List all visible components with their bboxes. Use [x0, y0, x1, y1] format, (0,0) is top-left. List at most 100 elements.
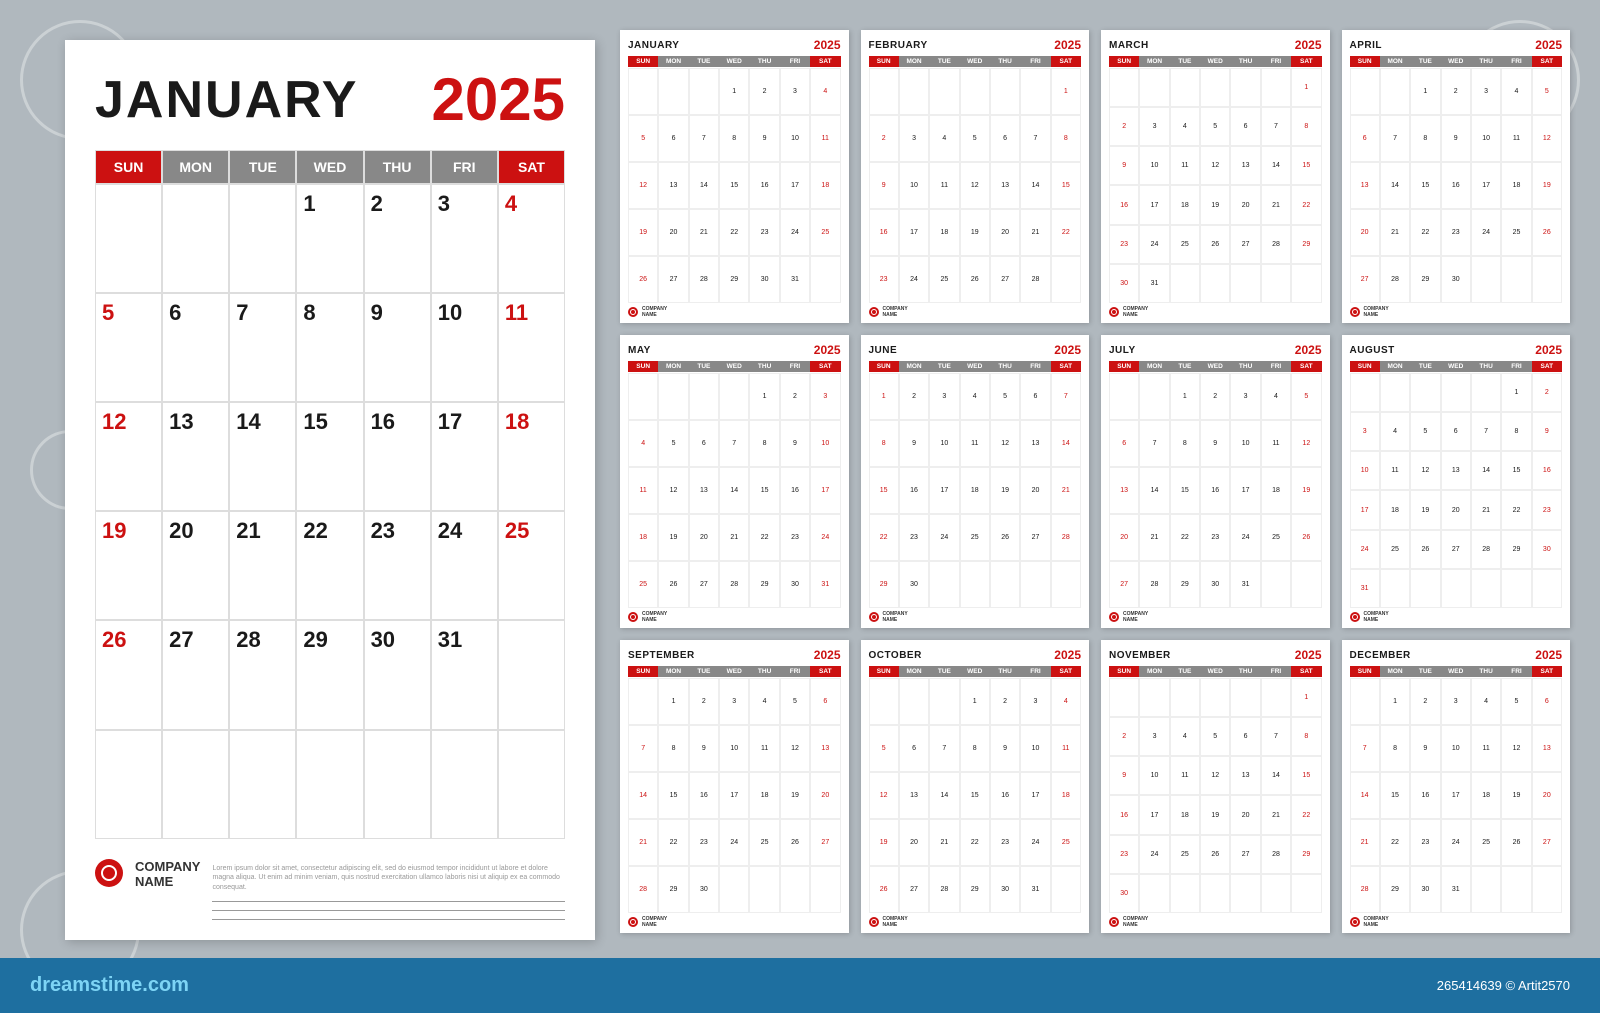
small-company-logo — [1109, 612, 1119, 622]
list-item: 5 — [1200, 717, 1230, 756]
list-item: 12 — [1501, 725, 1531, 772]
table-row: 28 — [229, 620, 296, 729]
small-header-wed: WED — [1200, 56, 1230, 67]
list-item: 1 — [1291, 68, 1321, 107]
small-day-headers: SUNMONTUEWEDTHUFRISAT — [628, 361, 841, 372]
list-item — [1291, 561, 1321, 608]
list-item: 22 — [719, 209, 749, 256]
small-month-label: MAY — [628, 345, 651, 356]
list-item: 25 — [1051, 819, 1081, 866]
list-item: 26 — [869, 866, 899, 913]
list-item: 24 — [1230, 514, 1260, 561]
list-item — [1410, 373, 1440, 412]
table-row: 7 — [229, 293, 296, 402]
list-item: 2 — [1109, 717, 1139, 756]
list-item: 2 — [1410, 678, 1440, 725]
small-calendars-grid: JANUARY2025SUNMONTUEWEDTHUFRISAT12345678… — [620, 30, 1570, 933]
table-row: 8 — [296, 293, 363, 402]
list-item — [658, 68, 688, 115]
list-item: 5 — [1501, 678, 1531, 725]
list-item: 28 — [1261, 225, 1291, 264]
list-item: 18 — [1170, 185, 1200, 224]
list-item: 15 — [1501, 451, 1531, 490]
list-item: 24 — [1471, 209, 1501, 256]
main-calendar: JANUARY 2025 SUN MON TUE WED THU FRI SAT… — [65, 40, 595, 940]
small-header-sat: SAT — [810, 361, 840, 372]
list-item: 6 — [1350, 115, 1380, 162]
small-company-logo-inner — [1111, 919, 1117, 925]
footer-line-3 — [212, 919, 565, 920]
list-item — [1230, 264, 1260, 303]
list-item: 7 — [1139, 420, 1169, 467]
list-item: 24 — [810, 514, 840, 561]
list-item — [1501, 256, 1531, 303]
small-header-wed: WED — [719, 361, 749, 372]
table-row: 3 — [431, 184, 498, 293]
list-item — [960, 68, 990, 115]
list-item: 9 — [1441, 115, 1471, 162]
list-item: 22 — [1380, 819, 1410, 866]
small-footer: COMPANYNAME — [869, 611, 1082, 623]
list-item: 25 — [1170, 225, 1200, 264]
small-cal-header: APRIL2025 — [1350, 38, 1563, 52]
small-header-mon: MON — [1139, 56, 1169, 67]
small-cal-header: SEPTEMBER2025 — [628, 648, 841, 662]
dreamstime-bar: dreamstime.com 265414639 © Artit2570 — [0, 958, 1600, 1013]
table-row — [498, 730, 565, 839]
list-item — [1532, 866, 1562, 913]
small-header-sat: SAT — [1532, 56, 1562, 67]
list-item: 1 — [1170, 373, 1200, 420]
list-item: 25 — [810, 209, 840, 256]
list-item: 16 — [780, 467, 810, 514]
list-item: 19 — [1501, 772, 1531, 819]
small-calendar-grid: 1234567891011121314151617181920212223242… — [628, 68, 841, 303]
list-item: 16 — [1109, 795, 1139, 834]
list-item: 16 — [1200, 467, 1230, 514]
list-item: 7 — [1020, 115, 1050, 162]
table-row: 4 — [498, 184, 565, 293]
list-item: 7 — [719, 420, 749, 467]
list-item: 15 — [658, 772, 688, 819]
small-day-headers: SUNMONTUEWEDTHUFRISAT — [869, 666, 1082, 677]
small-day-headers: SUNMONTUEWEDTHUFRISAT — [1350, 666, 1563, 677]
table-row: 20 — [162, 511, 229, 620]
small-header-fri: FRI — [1261, 56, 1291, 67]
small-header-thu: THU — [990, 361, 1020, 372]
table-row: 15 — [296, 402, 363, 511]
list-item: 28 — [1020, 256, 1050, 303]
list-item: 21 — [1350, 819, 1380, 866]
list-item: 23 — [1532, 490, 1562, 529]
list-item: 15 — [1410, 162, 1440, 209]
small-header-wed: WED — [1441, 666, 1471, 677]
table-row: 12 — [95, 402, 162, 511]
list-item: 9 — [1532, 412, 1562, 451]
table-row — [95, 730, 162, 839]
small-company-name: COMPANYNAME — [1123, 611, 1148, 623]
list-item: 25 — [1261, 514, 1291, 561]
list-item — [1291, 874, 1321, 913]
list-item: 13 — [689, 467, 719, 514]
list-item: 6 — [899, 725, 929, 772]
small-footer: COMPANYNAME — [1109, 306, 1322, 318]
list-item: 18 — [1380, 490, 1410, 529]
list-item: 9 — [1109, 146, 1139, 185]
small-footer: COMPANYNAME — [628, 306, 841, 318]
list-item: 14 — [1139, 467, 1169, 514]
list-item: 27 — [1020, 514, 1050, 561]
list-item: 29 — [1291, 225, 1321, 264]
small-header-wed: WED — [960, 56, 990, 67]
list-item: 14 — [628, 772, 658, 819]
list-item: 13 — [990, 162, 1020, 209]
list-item: 30 — [1410, 866, 1440, 913]
table-row: 23 — [364, 511, 431, 620]
small-cal-header: DECEMBER2025 — [1350, 648, 1563, 662]
small-header-wed: WED — [1200, 361, 1230, 372]
small-header-sat: SAT — [1291, 361, 1321, 372]
list-item: 30 — [899, 561, 929, 608]
list-item: 24 — [1139, 835, 1169, 874]
list-item: 13 — [658, 162, 688, 209]
small-calendar-12: DECEMBER2025SUNMONTUEWEDTHUFRISAT1234567… — [1342, 640, 1571, 933]
header-mon: MON — [162, 150, 229, 184]
list-item: 10 — [1139, 146, 1169, 185]
list-item: 27 — [1230, 225, 1260, 264]
